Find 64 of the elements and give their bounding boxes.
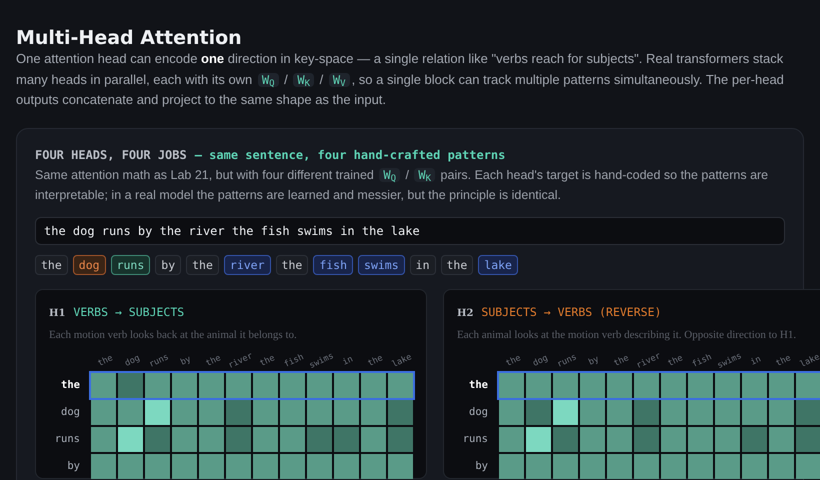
row-label: dog — [60, 404, 80, 420]
token-chip: the — [440, 254, 474, 274]
token-chip: by — [155, 254, 182, 274]
head-description: Each animal looks at the motion verb describing it. Opposite direction to H1. — [457, 328, 798, 343]
token-chip: runs — [110, 254, 150, 274]
column-label: the — [666, 352, 686, 370]
row-label: the — [468, 378, 488, 393]
column-label: in — [341, 352, 356, 369]
page-title: Multi-Head Attention — [16, 26, 243, 50]
token-chip: river — [224, 254, 271, 274]
column-label: fish — [690, 350, 714, 371]
attention-row[interactable] — [91, 400, 413, 426]
intro-text: One attention head can encode one direction in key-space — a single relation like "verbs reach for subjects". Real transformers stack many heads in parallel, each with its own W$_{Q}$ / W$_{K}$ / W$_{V}$ , so a single block can track multiple patterns simultaneously. The per-head outputs concatenate and project to the same shape as the input. — [16, 50, 785, 109]
column-label: runs — [148, 350, 172, 371]
column-label: the — [774, 352, 794, 370]
column-label: river — [226, 350, 255, 372]
column-label: the — [366, 352, 386, 370]
head-description: Each motion verb looks back at the animal it belongs to. — [49, 328, 298, 343]
attention-row[interactable] — [499, 454, 820, 480]
head-id: H2 — [457, 306, 474, 320]
token-chip: lake — [478, 254, 518, 274]
column-label: by — [587, 352, 602, 369]
column-label: river — [634, 350, 663, 372]
head-title: SUBJECTS → VERBS (REVERSE) — [481, 304, 662, 320]
column-label: dog — [122, 352, 142, 370]
column-label: lake — [390, 350, 414, 371]
head-title: VERBS → SUBJECTS — [73, 304, 184, 320]
token-chip: the — [35, 254, 68, 274]
column-label: swims — [715, 350, 744, 372]
column-label: swims — [307, 350, 336, 372]
head-id: H1 — [49, 306, 66, 320]
row-label: runs — [54, 432, 80, 447]
token-chip: the — [186, 254, 219, 274]
token-chip: swims — [358, 254, 405, 274]
token-chip: the — [276, 254, 308, 274]
section-subtitle: — same sentence, four hand-crafted patterns — [194, 146, 506, 164]
column-label: lake — [798, 350, 820, 371]
row-label: dog — [468, 404, 488, 420]
attention-row[interactable] — [499, 373, 820, 398]
column-label: in — [749, 352, 764, 369]
row-label: by — [474, 458, 488, 474]
column-label: the — [258, 352, 278, 370]
row-label: by — [66, 458, 80, 474]
column-label: by — [179, 352, 194, 369]
attention-row[interactable] — [499, 400, 820, 426]
token-chip: dog — [72, 254, 106, 274]
token-chip: fish — [313, 254, 354, 274]
column-label: the — [504, 352, 524, 370]
sentence-field[interactable]: the dog runs by the river the fish swims in the lake — [35, 216, 785, 244]
attention-row[interactable] — [91, 373, 413, 398]
column-label: the — [96, 352, 116, 370]
column-label: fish — [282, 350, 306, 371]
attention-row[interactable] — [91, 454, 413, 480]
column-label: runs — [556, 350, 580, 371]
column-label: dog — [530, 352, 550, 370]
section-description: Same attention math as Lab 21, but with four different trained W$_{Q}$ / W$_{K}$ pairs. Each head's target is hand-coded so the patterns are interpretable; in a real model the patterns are learned and messier, but the principle is identical. — [35, 166, 770, 204]
token-chip: in — [410, 254, 436, 274]
attention-row[interactable] — [499, 427, 820, 452]
attention-row[interactable] — [91, 427, 413, 452]
column-label: the — [204, 352, 224, 370]
column-label: the — [612, 352, 632, 370]
row-label: runs — [462, 432, 488, 447]
section-label: FOUR HEADS, FOUR JOBS — [35, 146, 187, 164]
row-label: the — [60, 378, 80, 393]
